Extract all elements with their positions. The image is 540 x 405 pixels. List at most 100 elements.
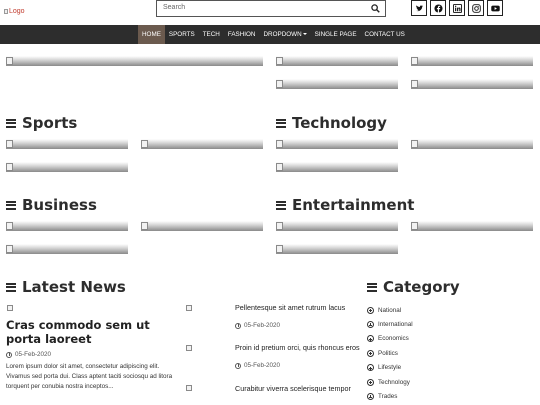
list-icon xyxy=(6,117,16,129)
latest-news-heading-text: Latest News xyxy=(22,278,126,296)
category-item-label: Lifestyle xyxy=(378,364,402,372)
side-news-title[interactable]: Curabitur viverra scelerisque tempor xyxy=(235,384,370,393)
linkedin-link[interactable] xyxy=(449,0,465,16)
plus-circle-icon xyxy=(367,393,374,401)
plus-circle-icon xyxy=(367,349,374,357)
social-links xyxy=(411,0,503,16)
category-heading: Category xyxy=(367,278,460,296)
entertainment-news-thumb[interactable] xyxy=(276,244,398,254)
side-news-date: 05-Feb-2020 xyxy=(235,322,280,329)
top-bar: Logo Search xyxy=(0,0,540,25)
category-heading-text: Category xyxy=(383,278,460,296)
plus-circle-icon xyxy=(367,335,374,343)
category-item[interactable]: Technology xyxy=(367,375,413,389)
business-news-thumb[interactable] xyxy=(6,221,128,231)
side-news-image[interactable] xyxy=(186,305,192,311)
category-item[interactable]: National xyxy=(367,303,413,317)
category-item-label: National xyxy=(378,306,402,314)
plus-circle-icon xyxy=(367,321,374,329)
entertainment-news-thumb[interactable] xyxy=(411,221,533,231)
instagram-link[interactable] xyxy=(468,0,484,16)
top-news-thumb[interactable] xyxy=(276,56,398,66)
featured-slider-image[interactable] xyxy=(6,56,263,66)
tech-news-thumb[interactable] xyxy=(411,139,533,149)
sports-news-thumb[interactable] xyxy=(6,162,128,172)
side-news-title[interactable]: Proin id pretium orci, quis rhoncus eros xyxy=(235,343,370,352)
broken-image-icon xyxy=(4,9,8,14)
list-icon xyxy=(6,199,16,211)
nav-item-tech[interactable]: TECH xyxy=(199,25,224,44)
category-item[interactable]: Economics xyxy=(367,332,413,346)
sports-heading: Sports xyxy=(6,114,77,132)
list-icon xyxy=(367,281,377,293)
technology-heading: Technology xyxy=(276,114,387,132)
category-item[interactable]: Trades xyxy=(367,389,413,403)
sports-news-thumb[interactable] xyxy=(6,139,128,149)
plus-circle-icon xyxy=(367,364,374,372)
facebook-link[interactable] xyxy=(430,0,446,16)
list-icon xyxy=(6,281,16,293)
category-item[interactable]: Lifestyle xyxy=(367,361,413,375)
side-news-date-text: 05-Feb-2020 xyxy=(244,362,281,369)
top-news-thumb[interactable] xyxy=(411,79,533,89)
side-news-title[interactable]: Pellentesque sit amet rutrum lacus xyxy=(235,303,370,312)
sports-heading-text: Sports xyxy=(22,114,78,132)
featured-news-date-text: 05-Feb-2020 xyxy=(15,351,52,358)
top-news-thumb[interactable] xyxy=(276,79,398,89)
entertainment-news-thumb[interactable] xyxy=(276,221,398,231)
nav-item-dropdown[interactable]: DROPDOWN xyxy=(260,25,311,44)
twitter-icon xyxy=(415,4,423,11)
side-news-date: 05-Feb-2020 xyxy=(235,362,280,369)
caret-down-icon xyxy=(302,33,307,36)
business-heading-text: Business xyxy=(22,196,97,214)
site-logo[interactable]: Logo xyxy=(4,8,25,15)
nav-item-sports[interactable]: SPORTS xyxy=(165,25,199,44)
plus-circle-icon xyxy=(367,378,374,386)
search-icon[interactable] xyxy=(371,4,380,13)
plus-circle-icon xyxy=(367,306,374,314)
facebook-icon xyxy=(433,3,443,13)
side-news-date-text: 05-Feb-2020 xyxy=(244,322,281,329)
entertainment-heading-text: Entertainment xyxy=(292,196,415,214)
category-item-label: Trades xyxy=(378,393,398,401)
nav-item-home[interactable]: HOME xyxy=(138,25,165,44)
category-item[interactable]: Politics xyxy=(367,346,413,360)
category-list: National International Economics Politic… xyxy=(367,303,413,404)
business-news-thumb[interactable] xyxy=(6,244,128,254)
category-item-label: Politics xyxy=(378,349,398,357)
side-news-image[interactable] xyxy=(186,345,192,351)
linkedin-icon xyxy=(452,3,462,13)
sports-news-thumb[interactable] xyxy=(141,139,263,149)
list-icon xyxy=(276,117,286,129)
tech-news-thumb[interactable] xyxy=(276,162,398,172)
category-item-label: International xyxy=(378,321,413,329)
nav-item-single-page[interactable]: SINGLE PAGE xyxy=(311,25,361,44)
youtube-link[interactable] xyxy=(487,0,503,16)
twitter-link[interactable] xyxy=(411,0,427,16)
latest-news-heading: Latest News xyxy=(6,278,126,296)
technology-heading-text: Technology xyxy=(292,114,387,132)
clock-icon xyxy=(6,351,12,358)
tech-news-thumb[interactable] xyxy=(276,139,398,149)
side-news-image[interactable] xyxy=(186,385,192,391)
featured-news-excerpt: Lorem ipsum dolor sit amet, consectetur … xyxy=(6,363,173,390)
clock-icon xyxy=(235,362,241,369)
entertainment-heading: Entertainment xyxy=(276,196,414,214)
list-icon xyxy=(276,199,286,211)
main-nav: HOME SPORTS TECH FASHION DROPDOWN SINGLE… xyxy=(0,25,540,44)
instagram-icon xyxy=(471,3,481,13)
nav-item-contact[interactable]: CONTACT US xyxy=(361,25,409,44)
search-placeholder: Search xyxy=(163,4,186,11)
logo-alt-text: Logo xyxy=(9,8,25,15)
featured-news-image[interactable] xyxy=(7,305,13,311)
featured-news-date: 05-Feb-2020 xyxy=(6,351,51,358)
nav-item-fashion[interactable]: FASHION xyxy=(224,25,260,44)
business-heading: Business xyxy=(6,196,97,214)
clock-icon xyxy=(235,322,241,329)
featured-news-title[interactable]: Cras commodo sem ut porta laoreet xyxy=(6,318,186,346)
category-item[interactable]: International xyxy=(367,317,413,331)
business-news-thumb[interactable] xyxy=(141,221,263,231)
search-input[interactable]: Search xyxy=(156,0,386,17)
top-news-thumb[interactable] xyxy=(411,56,533,66)
category-item-label: Technology xyxy=(378,378,410,386)
